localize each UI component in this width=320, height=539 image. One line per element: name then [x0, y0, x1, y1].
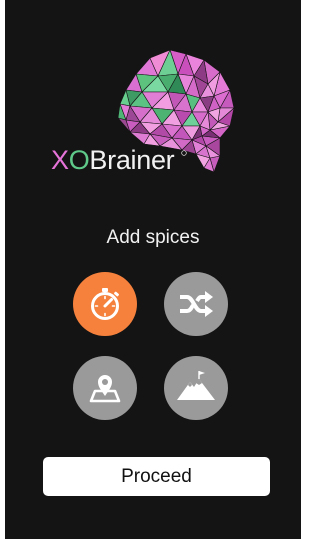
logo-letter-o: O — [68, 145, 90, 175]
stopwatch-icon — [91, 288, 119, 320]
map-pin-icon — [89, 375, 121, 403]
shuffle-icon — [180, 291, 213, 317]
logo-word-brainer: Brainer — [89, 145, 175, 175]
logo-letter-x: X — [51, 145, 69, 175]
app-logo-wordmark: XOBrainer — [51, 143, 175, 177]
spice-location-button[interactable] — [73, 356, 137, 420]
spice-timer-button[interactable] — [73, 272, 137, 336]
mountain-flag-icon — [177, 371, 215, 400]
proceed-button[interactable]: Proceed — [43, 457, 270, 496]
spice-mountain-button[interactable] — [164, 356, 228, 420]
app-screen: XOBrainer Add spices Proceed — [5, 0, 301, 539]
add-spices-heading: Add spices — [106, 227, 200, 248]
trademark-icon — [181, 150, 187, 156]
spice-shuffle-button[interactable] — [164, 272, 228, 336]
